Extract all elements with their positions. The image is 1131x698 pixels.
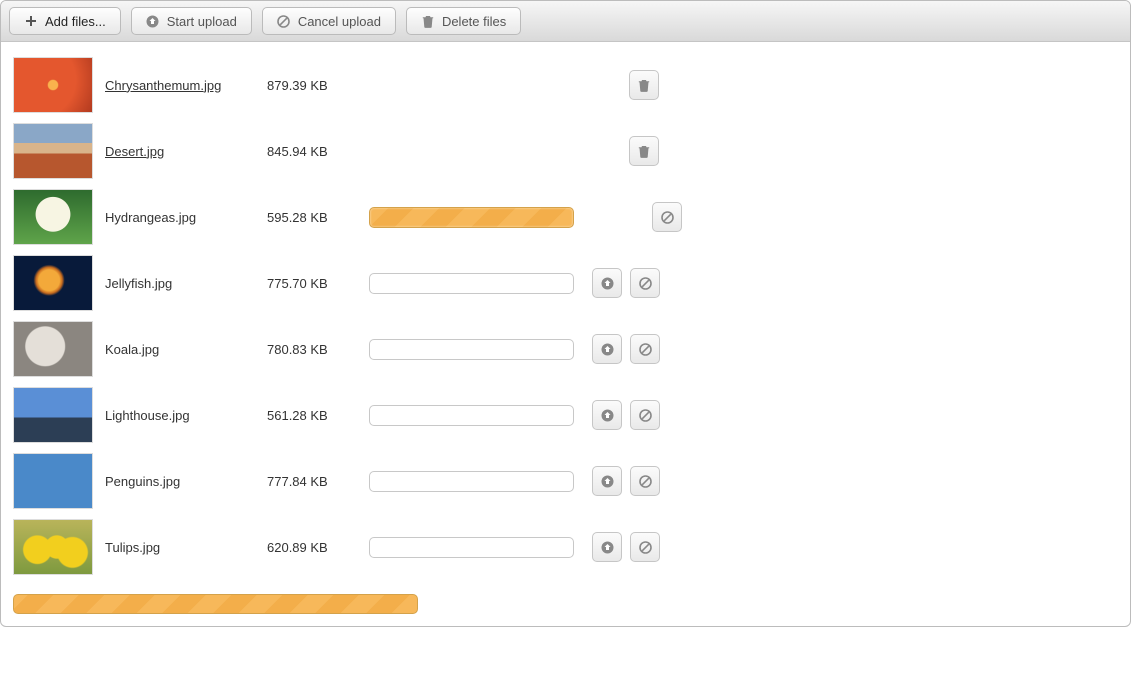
add-files-button[interactable]: Add files... [9,7,121,35]
row-start-button[interactable] [592,466,622,496]
upload-arrow-icon [601,277,614,290]
file-size: 879.39 KB [267,78,357,93]
file-size: 620.89 KB [267,540,357,555]
row-start-button[interactable] [592,268,622,298]
start-upload-button[interactable]: Start upload [131,7,252,35]
file-thumbnail [13,453,93,509]
cancel-upload-label: Cancel upload [298,15,381,28]
row-progress-bar [369,339,574,360]
file-row: Desert.jpg 845.94 KB [13,118,1118,184]
file-name: Hydrangeas.jpg [105,210,255,225]
upload-arrow-icon [146,14,160,28]
row-cancel-button[interactable] [652,202,682,232]
cancel-circle-icon [277,14,291,28]
upload-arrow-icon [601,541,614,554]
file-list: Chrysanthemum.jpg 879.39 KB Desert.jpg 8… [1,42,1130,588]
cancel-circle-icon [639,409,652,422]
file-size: 775.70 KB [267,276,357,291]
file-name: Penguins.jpg [105,474,255,489]
file-size: 595.28 KB [267,210,357,225]
row-delete-button[interactable] [629,70,659,100]
file-name: Tulips.jpg [105,540,255,555]
plus-icon [24,14,38,28]
file-size: 561.28 KB [267,408,357,423]
file-name-link[interactable]: Chrysanthemum.jpg [105,78,255,93]
file-thumbnail [13,123,93,179]
delete-files-button[interactable]: Delete files [406,7,521,35]
upload-arrow-icon [601,343,614,356]
overall-progress-bar [13,594,418,614]
file-size: 780.83 KB [267,342,357,357]
file-row: Penguins.jpg 777.84 KB [13,448,1118,514]
row-progress-bar [369,273,574,294]
row-progress-bar [369,471,574,492]
file-thumbnail [13,387,93,443]
cancel-circle-icon [639,277,652,290]
cancel-circle-icon [639,541,652,554]
upload-arrow-icon [601,409,614,422]
trash-icon [638,79,650,92]
row-cancel-button[interactable] [630,532,660,562]
row-progress-bar [369,405,574,426]
file-thumbnail [13,57,93,113]
upload-panel: Add files... Start upload Cancel upload … [0,0,1131,627]
row-cancel-button[interactable] [630,334,660,364]
toolbar: Add files... Start upload Cancel upload … [1,1,1130,42]
file-row: Tulips.jpg 620.89 KB [13,514,1118,580]
file-thumbnail [13,321,93,377]
file-thumbnail [13,255,93,311]
start-upload-label: Start upload [167,15,237,28]
row-start-button[interactable] [592,334,622,364]
file-row: Hydrangeas.jpg 595.28 KB [13,184,1118,250]
file-name: Jellyfish.jpg [105,276,255,291]
file-name: Koala.jpg [105,342,255,357]
file-row: Chrysanthemum.jpg 879.39 KB [13,52,1118,118]
spacer [592,202,606,216]
trash-icon [638,145,650,158]
cancel-upload-button[interactable]: Cancel upload [262,7,396,35]
row-cancel-button[interactable] [630,400,660,430]
file-thumbnail [13,519,93,575]
file-thumbnail [13,189,93,245]
row-start-button[interactable] [592,400,622,430]
add-files-label: Add files... [45,15,106,28]
delete-files-label: Delete files [442,15,506,28]
row-progress-bar [369,207,574,228]
cancel-circle-icon [639,343,652,356]
row-delete-button[interactable] [629,136,659,166]
row-cancel-button[interactable] [630,268,660,298]
trash-icon [421,14,435,28]
row-start-button[interactable] [592,532,622,562]
row-cancel-button[interactable] [630,466,660,496]
file-size: 777.84 KB [267,474,357,489]
file-row: Koala.jpg 780.83 KB [13,316,1118,382]
file-name: Lighthouse.jpg [105,408,255,423]
cancel-circle-icon [639,475,652,488]
cancel-circle-icon [661,211,674,224]
upload-arrow-icon [601,475,614,488]
row-progress-bar [369,537,574,558]
file-row: Jellyfish.jpg 775.70 KB [13,250,1118,316]
file-size: 845.94 KB [267,144,357,159]
file-name-link[interactable]: Desert.jpg [105,144,255,159]
file-row: Lighthouse.jpg 561.28 KB [13,382,1118,448]
